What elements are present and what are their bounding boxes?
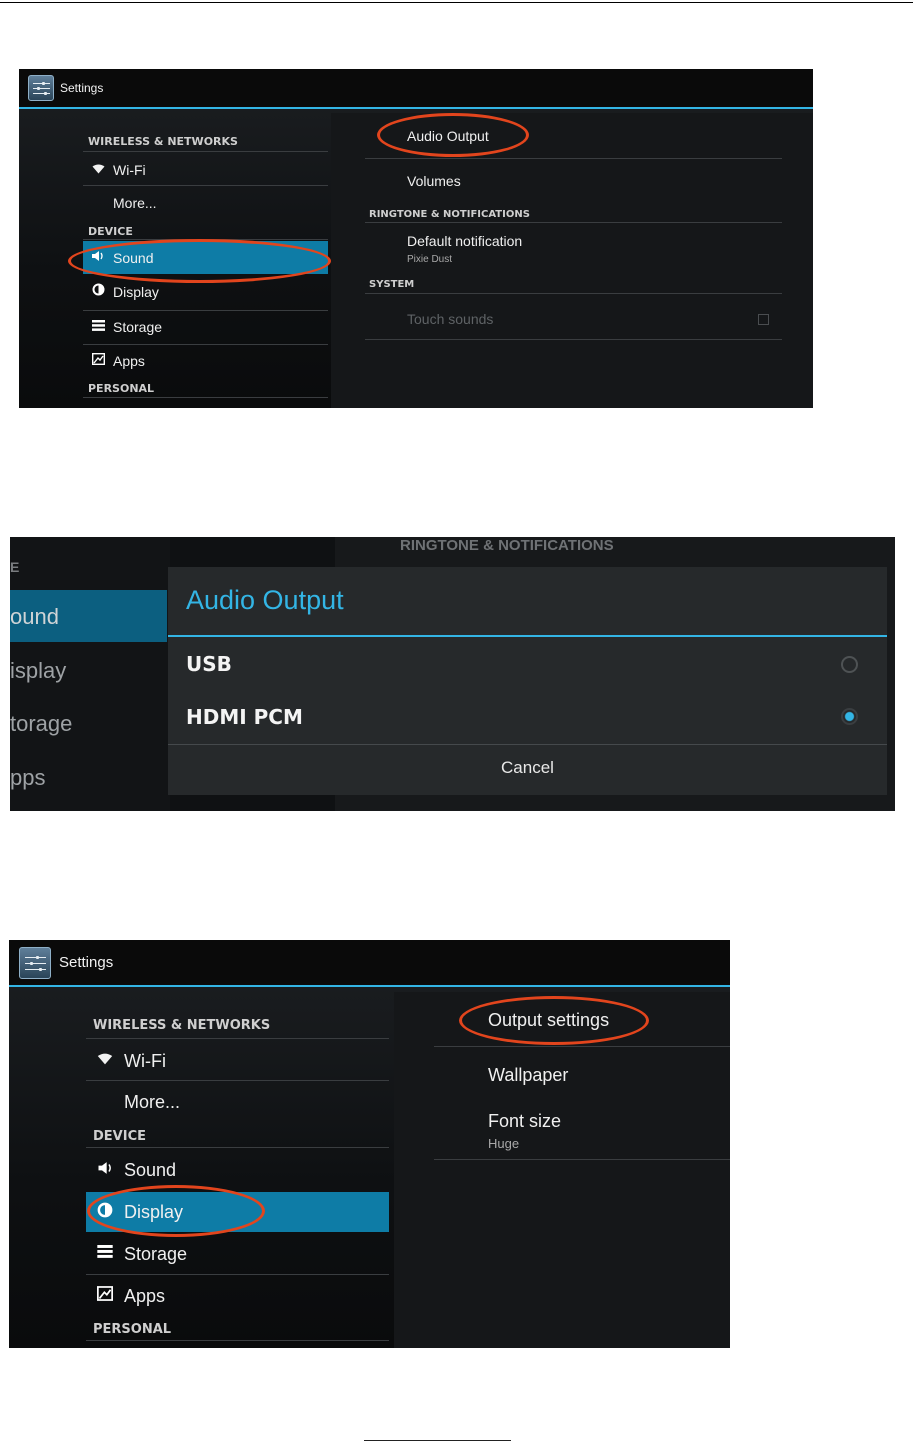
sidebar-item-apps[interactable]: Apps [86, 1279, 389, 1313]
sound-settings-pane: Audio Output Volumes RINGTONE & NOTIFICA… [331, 113, 813, 408]
sidebar-item-label: Sound [124, 1159, 177, 1180]
background-label-storage: torage [10, 711, 73, 736]
option-hdmi-pcm[interactable]: HDMI PCM [186, 705, 303, 729]
background-section-ringtone: RINGTONE & NOTIFICATIONS [400, 537, 614, 554]
sidebar-item-more[interactable]: More... [86, 1085, 389, 1119]
option-usb[interactable]: USB [186, 652, 232, 676]
settings-app-icon[interactable] [28, 75, 54, 101]
audio-output-dialog: Audio Output USB HDMI PCM Cancel [168, 567, 887, 795]
background-partial-letter: E [10, 559, 20, 575]
screenshot-audio-output-dialog: E ound isplay torage pps RINGTONE & NOTI… [10, 537, 895, 811]
touch-sounds-checkbox[interactable] [758, 314, 769, 325]
section-wireless: WIRELESS & NETWORKS [88, 135, 238, 148]
display-icon [89, 283, 107, 301]
sidebar-item-label: More... [124, 1091, 181, 1112]
settings-categories: WIRELESS & NETWORKS Wi-Fi More... DEVICE… [9, 987, 391, 1348]
section-wireless: WIRELESS & NETWORKS [93, 1018, 271, 1033]
footer-link-underline [364, 1440, 511, 1441]
background-label-apps: pps [10, 765, 46, 790]
highlight-oval-display [87, 1185, 265, 1237]
section-system: SYSTEM [369, 279, 415, 290]
storage-icon [94, 1245, 116, 1263]
sidebar-item-label: Display [113, 284, 159, 300]
apps-icon [89, 352, 107, 370]
sidebar-item-apps[interactable]: Apps [83, 347, 328, 375]
screenshot-display-settings: Settings WIRELESS & NETWORKS Wi-Fi More.… [9, 940, 730, 1348]
wallpaper-item[interactable]: Wallpaper [488, 1062, 568, 1088]
section-personal: PERSONAL [88, 382, 155, 395]
dialog-title: Audio Output [186, 585, 344, 615]
highlight-oval-output-settings [459, 996, 649, 1045]
radio-usb[interactable] [841, 656, 858, 673]
sound-icon [94, 1161, 116, 1180]
page-top-rule [0, 2, 913, 3]
settings-app-icon[interactable] [19, 946, 51, 979]
action-bar: Settings [19, 69, 813, 109]
sidebar-item-label: Wi-Fi [113, 162, 146, 178]
action-bar: Settings [9, 940, 730, 987]
dialog-title-rule [168, 635, 887, 637]
apps-icon [94, 1286, 116, 1306]
display-settings-pane: Output settings Wallpaper Font size Huge [394, 992, 730, 1348]
sidebar-item-label: More... [113, 195, 157, 211]
action-bar-title: Settings [60, 81, 104, 95]
screenshot-sound-settings: Settings WIRELESS & NETWORKS Wi-Fi More.… [19, 69, 813, 408]
sidebar-item-more[interactable]: More... [83, 189, 328, 217]
section-personal: PERSONAL [93, 1322, 172, 1337]
sidebar-item-sound[interactable]: Sound [86, 1153, 389, 1187]
sidebar-item-label: Apps [124, 1285, 166, 1306]
sidebar-item-wifi[interactable]: Wi-Fi [86, 1044, 389, 1078]
sidebar-item-wifi[interactable]: Wi-Fi [83, 156, 328, 184]
storage-icon [89, 318, 107, 336]
default-notification-value: Pixie Dust [407, 254, 453, 265]
font-size-item[interactable]: Font size [488, 1108, 561, 1134]
wifi-icon [89, 163, 107, 177]
cancel-button[interactable]: Cancel [168, 758, 887, 778]
volumes-item[interactable]: Volumes [407, 170, 461, 192]
touch-sounds-item[interactable]: Touch sounds [407, 308, 493, 330]
sidebar-item-label: Wi-Fi [124, 1050, 166, 1071]
section-ringtone: RINGTONE & NOTIFICATIONS [369, 209, 530, 220]
wifi-icon [94, 1052, 116, 1070]
background-label-display: isplay [10, 658, 67, 683]
highlight-oval-sound [68, 239, 331, 283]
sidebar-item-label: Storage [113, 319, 163, 335]
section-device: DEVICE [88, 225, 133, 238]
sidebar-item-storage[interactable]: Storage [83, 313, 328, 341]
radio-hdmi-pcm-checked[interactable] [841, 708, 858, 725]
highlight-oval-audio-output [377, 113, 529, 157]
sidebar-item-storage[interactable]: Storage [86, 1237, 389, 1271]
section-device: DEVICE [93, 1129, 146, 1144]
default-notification-item[interactable]: Default notification [407, 230, 522, 252]
action-bar-title: Settings [59, 954, 114, 971]
sidebar-item-label: Apps [113, 353, 145, 369]
sidebar-item-label: Storage [124, 1243, 188, 1264]
font-size-value: Huge [488, 1136, 520, 1151]
background-label-sound: ound [10, 604, 59, 629]
